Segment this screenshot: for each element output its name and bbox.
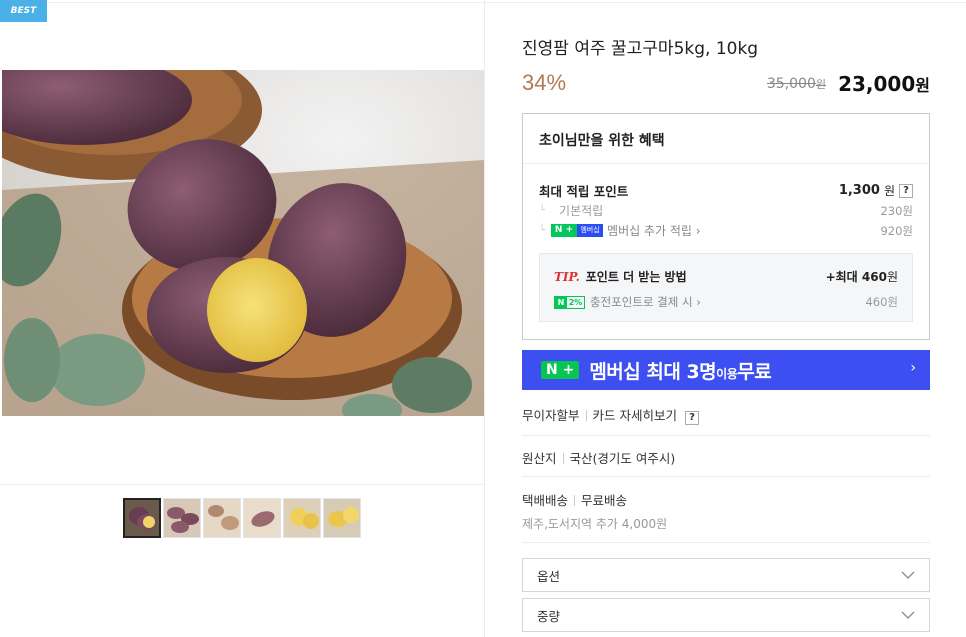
discount-rate: 34%	[522, 70, 567, 95]
origin-row: 원산지 국산(경기도 여주시)	[522, 448, 930, 467]
sale-price: 23,000원	[838, 72, 930, 96]
thumbnail-2[interactable]	[163, 498, 201, 538]
basic-points-label: 기본적립	[559, 204, 604, 218]
option-select-label: 옵션	[537, 568, 561, 584]
help-icon[interactable]: ?	[684, 411, 699, 425]
charge-point-value: 460원	[865, 295, 898, 309]
thumbnail-5[interactable]	[283, 498, 321, 538]
divider-line	[522, 542, 930, 543]
charge-point-row: N 2% 충전포인트로 결제 시 › 460원	[554, 294, 898, 310]
thumbnail-divider	[0, 484, 485, 485]
thumbnail-4[interactable]	[243, 498, 281, 538]
chevron-down-icon	[901, 611, 915, 619]
naver-plus-icon: N +	[541, 361, 580, 379]
membership-extra-link[interactable]: 멤버십 추가 적립 ›	[607, 222, 701, 239]
weight-select-label: 중량	[537, 608, 561, 624]
max-points-value: 1,300 원 ?	[839, 182, 913, 199]
benefit-header: 초이님만을 위한 혜택	[523, 114, 929, 164]
origin-label: 원산지	[522, 451, 557, 466]
main-product-image[interactable]	[2, 70, 484, 416]
charge-point-link[interactable]: 충전포인트로 결제 시 ›	[590, 294, 701, 310]
original-price: 35,000원	[766, 76, 826, 92]
tip-row: TIP. 포인트 더 받는 방법 +최대 460원	[554, 268, 898, 285]
tip-title: 포인트 더 받는 방법	[585, 270, 687, 284]
max-points-row: 최대 적립 포인트 1,300 원 ?	[539, 181, 913, 200]
thumbnail-1[interactable]	[123, 498, 161, 538]
max-points-label: 최대 적립 포인트	[539, 184, 629, 199]
tip-label: TIP.	[554, 270, 580, 284]
membership-points-row: └ N + 멤버십 멤버십 추가 적립 › 920원	[539, 222, 913, 239]
chevron-down-icon	[901, 571, 915, 579]
option-select[interactable]: 옵션	[522, 558, 930, 592]
product-title: 진영팜 여주 꿀고구마5kg, 10kg	[522, 39, 759, 59]
thumbnail-3[interactable]	[203, 498, 241, 538]
installment-label: 무이자할부	[522, 408, 580, 423]
best-badge: BEST	[0, 0, 47, 22]
membership-banner[interactable]: N + 멤버십 최대 3명이용무료 ›	[522, 350, 930, 390]
divider-line	[522, 435, 930, 436]
delivery-value: 무료배송	[581, 493, 628, 508]
basic-points-value: 230원	[880, 203, 913, 218]
chevron-right-icon: ›	[910, 360, 916, 376]
delivery-label: 택배배송	[522, 493, 569, 508]
membership-points-value: 920원	[880, 223, 913, 238]
origin-value: 국산(경기도 여주시)	[569, 451, 676, 466]
weight-select[interactable]: 중량	[522, 598, 930, 632]
thumbnail-strip	[123, 498, 361, 538]
thumbnail-6[interactable]	[323, 498, 361, 538]
naver-pay-badge: N 2%	[554, 295, 585, 309]
help-icon[interactable]: ?	[899, 183, 913, 198]
tip-box: TIP. 포인트 더 받는 방법 +최대 460원 N 2% 충전포인트로 결제 시…	[539, 253, 913, 322]
tip-max-value: +최대 460원	[825, 270, 898, 284]
membership-banner-text: 멤버십 최대 3명이용무료	[589, 360, 772, 383]
naver-plus-membership-badge: N + 멤버십	[551, 224, 604, 237]
chevron-right-icon: ›	[696, 295, 701, 309]
chevron-right-icon: ›	[695, 224, 701, 238]
divider-line	[522, 476, 930, 477]
installment-row: 무이자할부 카드 자세히보기 ?	[522, 405, 930, 425]
card-detail-link[interactable]: 카드 자세히보기	[593, 408, 677, 423]
basic-points-row: └ 기본적립 230원	[539, 202, 913, 219]
tree-branch-icon: └	[539, 225, 546, 236]
benefit-box: 초이님만을 위한 혜택 최대 적립 포인트 1,300 원 ? └ 기본적립 230…	[522, 113, 930, 340]
tree-branch-icon: └	[539, 205, 546, 216]
product-image-panel: BEST	[0, 0, 485, 637]
delivery-row: 택배배송 무료배송 제주,도서지역 추가 4,000원	[522, 490, 930, 532]
delivery-extra: 제주,도서지역 추가 4,000원	[522, 517, 668, 531]
